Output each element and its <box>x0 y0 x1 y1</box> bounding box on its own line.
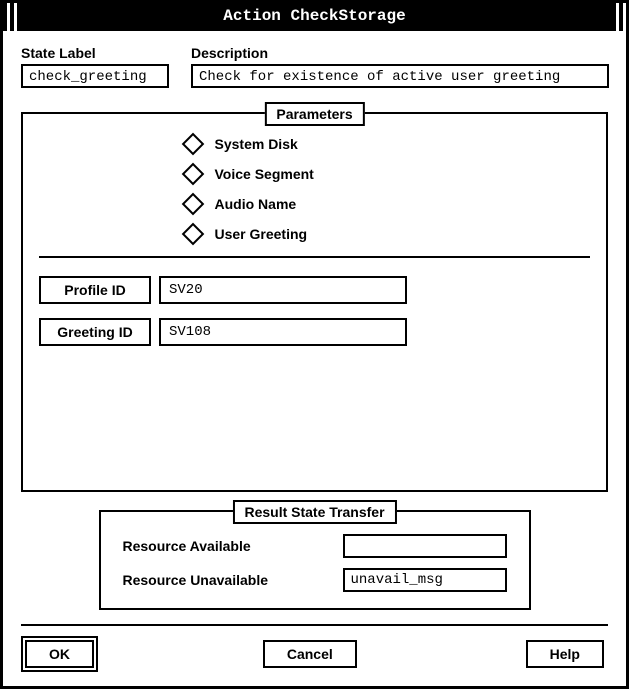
option-user-greeting[interactable]: User Greeting <box>185 226 308 242</box>
resource-unavailable-input[interactable] <box>343 568 507 592</box>
state-label-column: State Label check_greeting <box>21 45 169 88</box>
resource-unavailable-label: Resource Unavailable <box>123 572 269 588</box>
option-voice-segment[interactable]: Voice Segment <box>185 166 314 182</box>
result-legend: Result State Transfer <box>232 500 396 524</box>
greeting-id-row: Greeting ID <box>39 318 590 346</box>
cancel-button[interactable]: Cancel <box>263 640 357 668</box>
description-column: Description Check for existence of activ… <box>191 45 609 88</box>
option-label: Audio Name <box>215 196 297 212</box>
state-label-field[interactable]: check_greeting <box>21 64 169 88</box>
client-area: State Label check_greeting Description C… <box>3 31 626 686</box>
result-state-transfer-group: Result State Transfer Resource Available… <box>99 510 531 610</box>
diamond-icon <box>181 163 204 186</box>
parameter-fields: Profile ID Greeting ID <box>39 276 590 346</box>
option-label: User Greeting <box>215 226 308 242</box>
window-title: Action CheckStorage <box>223 7 405 25</box>
greeting-id-input[interactable] <box>159 318 407 346</box>
option-label: Voice Segment <box>215 166 314 182</box>
button-bar-divider <box>21 624 608 626</box>
diamond-icon <box>181 223 204 246</box>
profile-id-row: Profile ID <box>39 276 590 304</box>
resource-available-input[interactable] <box>343 534 507 558</box>
option-audio-name[interactable]: Audio Name <box>185 196 297 212</box>
diamond-icon <box>181 133 204 156</box>
dialog-window: Action CheckStorage State Label check_gr… <box>0 0 629 689</box>
parameters-legend: Parameters <box>264 102 364 126</box>
titlebar[interactable]: Action CheckStorage <box>3 3 626 31</box>
option-label: System Disk <box>215 136 298 152</box>
parameters-divider <box>39 256 590 258</box>
button-bar: OK Cancel Help <box>21 640 608 668</box>
option-system-disk[interactable]: System Disk <box>185 136 298 152</box>
resource-available-label: Resource Available <box>123 538 251 554</box>
profile-id-input[interactable] <box>159 276 407 304</box>
help-button[interactable]: Help <box>526 640 604 668</box>
description-caption: Description <box>191 45 609 61</box>
resource-unavailable-row: Resource Unavailable <box>123 568 507 592</box>
description-field[interactable]: Check for existence of active user greet… <box>191 64 609 88</box>
greeting-id-label: Greeting ID <box>39 318 151 346</box>
ok-button[interactable]: OK <box>25 640 94 668</box>
diamond-icon <box>181 193 204 216</box>
parameter-option-list: System Disk Voice Segment Audio Name Use… <box>185 136 445 242</box>
profile-id-label: Profile ID <box>39 276 151 304</box>
header-row: State Label check_greeting Description C… <box>21 45 608 88</box>
resource-available-row: Resource Available <box>123 534 507 558</box>
state-label-caption: State Label <box>21 45 169 61</box>
parameters-group: Parameters System Disk Voice Segment Aud… <box>21 112 608 492</box>
